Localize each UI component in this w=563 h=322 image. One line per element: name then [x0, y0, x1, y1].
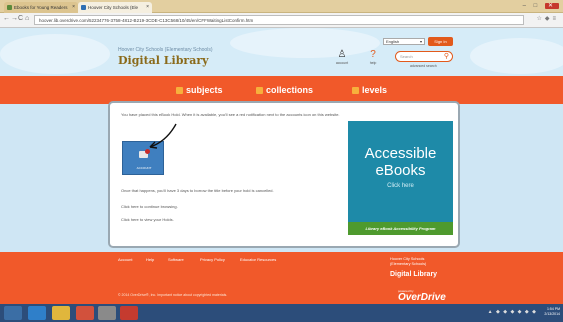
web-page: Hoover City Schools (Elementary Schools)… — [0, 28, 563, 304]
maximize-button[interactable]: □ — [534, 3, 541, 9]
collections-icon — [256, 87, 263, 94]
arrow-icon — [149, 123, 177, 149]
nav-collections-label: collections — [266, 85, 314, 95]
explorer-taskbar-icon[interactable] — [52, 306, 70, 320]
site-header: Hoover City Schools (Elementary Schools)… — [0, 28, 563, 76]
back-button[interactable]: ← — [3, 15, 10, 22]
browser-tab-bar: Ebooks for Young Readers × Hoover City S… — [0, 0, 563, 13]
search-placeholder: Search — [400, 54, 413, 59]
search-icon[interactable]: ⚲ — [444, 52, 449, 61]
nav-levels-label: levels — [362, 85, 388, 95]
nav-subjects-label: subjects — [186, 85, 223, 95]
main-nav: subjects collections levels — [0, 76, 563, 104]
copyright-text: © 2014 OverDrive®, Inc. Important notice… — [118, 293, 228, 297]
subjects-icon — [176, 87, 183, 94]
bookmark-star-icon[interactable]: ☆ — [536, 16, 544, 22]
overdrive-logo[interactable]: OverDrive — [398, 292, 446, 303]
window-controls: – □ ✕ — [523, 2, 559, 9]
footer-link-help[interactable]: Help — [146, 257, 154, 262]
nav-subjects[interactable]: subjects — [176, 85, 223, 95]
start-button[interactable] — [4, 306, 22, 320]
browser-tab[interactable]: Ebooks for Young Readers × — [4, 2, 78, 13]
continue-browsing-link[interactable]: Click here to continue browsing. — [121, 204, 178, 209]
account-button[interactable]: ♙ account — [332, 49, 352, 66]
taskbar-clock[interactable]: 1:54 PM 2/13/2014 — [544, 307, 560, 317]
help-label: help — [369, 61, 377, 65]
accessible-ebooks-banner[interactable]: Accessible eBooks Click here Library eBo… — [348, 121, 453, 235]
ie-taskbar-icon[interactable] — [28, 306, 46, 320]
levels-icon — [352, 87, 359, 94]
help-button[interactable]: ? help — [363, 49, 383, 66]
footer-link-privacy[interactable]: Privacy Policy — [200, 257, 225, 262]
cloud-decoration — [470, 38, 563, 74]
account-label: account — [335, 61, 349, 65]
nav-collections[interactable]: collections — [256, 85, 313, 95]
followup-message: Once that happens, you'll have 3 days to… — [121, 188, 274, 193]
powerpoint-taskbar-icon[interactable] — [120, 306, 138, 320]
language-value: English — [386, 39, 400, 44]
tab-label: Ebooks for Young Readers — [14, 5, 68, 10]
url-input[interactable]: hoover.lib.overdrive.com/52234776-3758-4… — [34, 15, 524, 25]
cloud-decoration — [230, 28, 380, 58]
language-select[interactable]: English ▾ — [383, 38, 425, 45]
promo-line2: eBooks — [375, 162, 426, 179]
cloud-decoration — [0, 34, 110, 74]
reload-button[interactable]: C — [18, 15, 23, 22]
hold-confirmation-panel: You have placed this eBook Hold. When it… — [108, 101, 460, 248]
chrome-taskbar-icon[interactable] — [76, 306, 94, 320]
footer-link-software[interactable]: Software — [168, 257, 184, 262]
taskbar: ▲ ◆ ◆ ◆ ◆ ◆ ◆ 1:54 PM 2/13/2014 — [0, 304, 563, 322]
sign-in-button[interactable]: Sign In — [428, 37, 453, 46]
browser-toolbar-icons: ☆◆≡ — [536, 15, 559, 22]
chevron-down-icon: ▾ — [419, 39, 422, 44]
system-tray: ▲ ◆ ◆ ◆ ◆ ◆ ◆ — [487, 309, 537, 315]
search-input[interactable]: Search ⚲ — [395, 51, 453, 62]
site-footer: Account Help Software Privacy Policy Edu… — [0, 252, 563, 304]
school-name: Hoover City Schools (Elementary Schools) — [118, 47, 213, 53]
account-icon: ♙ — [337, 49, 347, 60]
help-icon: ? — [370, 49, 376, 60]
favicon-icon — [81, 5, 86, 10]
footer-school-name: Hoover City Schools (Elementary Schools) — [390, 257, 426, 267]
close-tab-icon[interactable]: × — [72, 2, 75, 13]
close-window-button[interactable]: ✕ — [544, 3, 559, 9]
home-button[interactable]: ⌂ — [25, 15, 29, 22]
favicon-icon — [7, 5, 12, 10]
browser-tab-active[interactable]: Hoover City Schools (Ele × — [78, 2, 152, 13]
address-bar-row: ← → C ⌂ hoover.lib.overdrive.com/5223477… — [0, 13, 563, 28]
close-tab-icon[interactable]: × — [146, 2, 149, 13]
site-title[interactable]: Digital Library — [118, 54, 209, 67]
footer-school-sub: (Elementary Schools) — [390, 262, 427, 266]
promo-band: Library eBook Accessibility Program — [348, 222, 453, 235]
footer-link-account[interactable]: Account — [118, 257, 132, 262]
advanced-search-link[interactable]: advanced search — [410, 64, 437, 68]
view-holds-link[interactable]: Click here to view your Holds. — [121, 217, 174, 222]
nav-levels[interactable]: levels — [352, 85, 387, 95]
minimize-button[interactable]: – — [523, 3, 529, 9]
footer-library-title: Digital Library — [390, 271, 438, 278]
tab-label: Hoover City Schools (Ele — [88, 5, 139, 10]
promo-line1: Accessible — [364, 145, 437, 162]
image-caption: ACCOUNT — [136, 166, 152, 170]
hold-message: You have placed this eBook Hold. When it… — [121, 112, 340, 117]
forward-button[interactable]: → — [11, 15, 18, 22]
app-taskbar-icon[interactable] — [98, 306, 116, 320]
footer-link-educator[interactable]: Educator Resources — [240, 257, 276, 262]
menu-icon[interactable]: ≡ — [552, 16, 559, 22]
clock-date: 2/13/2014 — [544, 312, 560, 316]
promo-click: Click here — [387, 183, 414, 189]
